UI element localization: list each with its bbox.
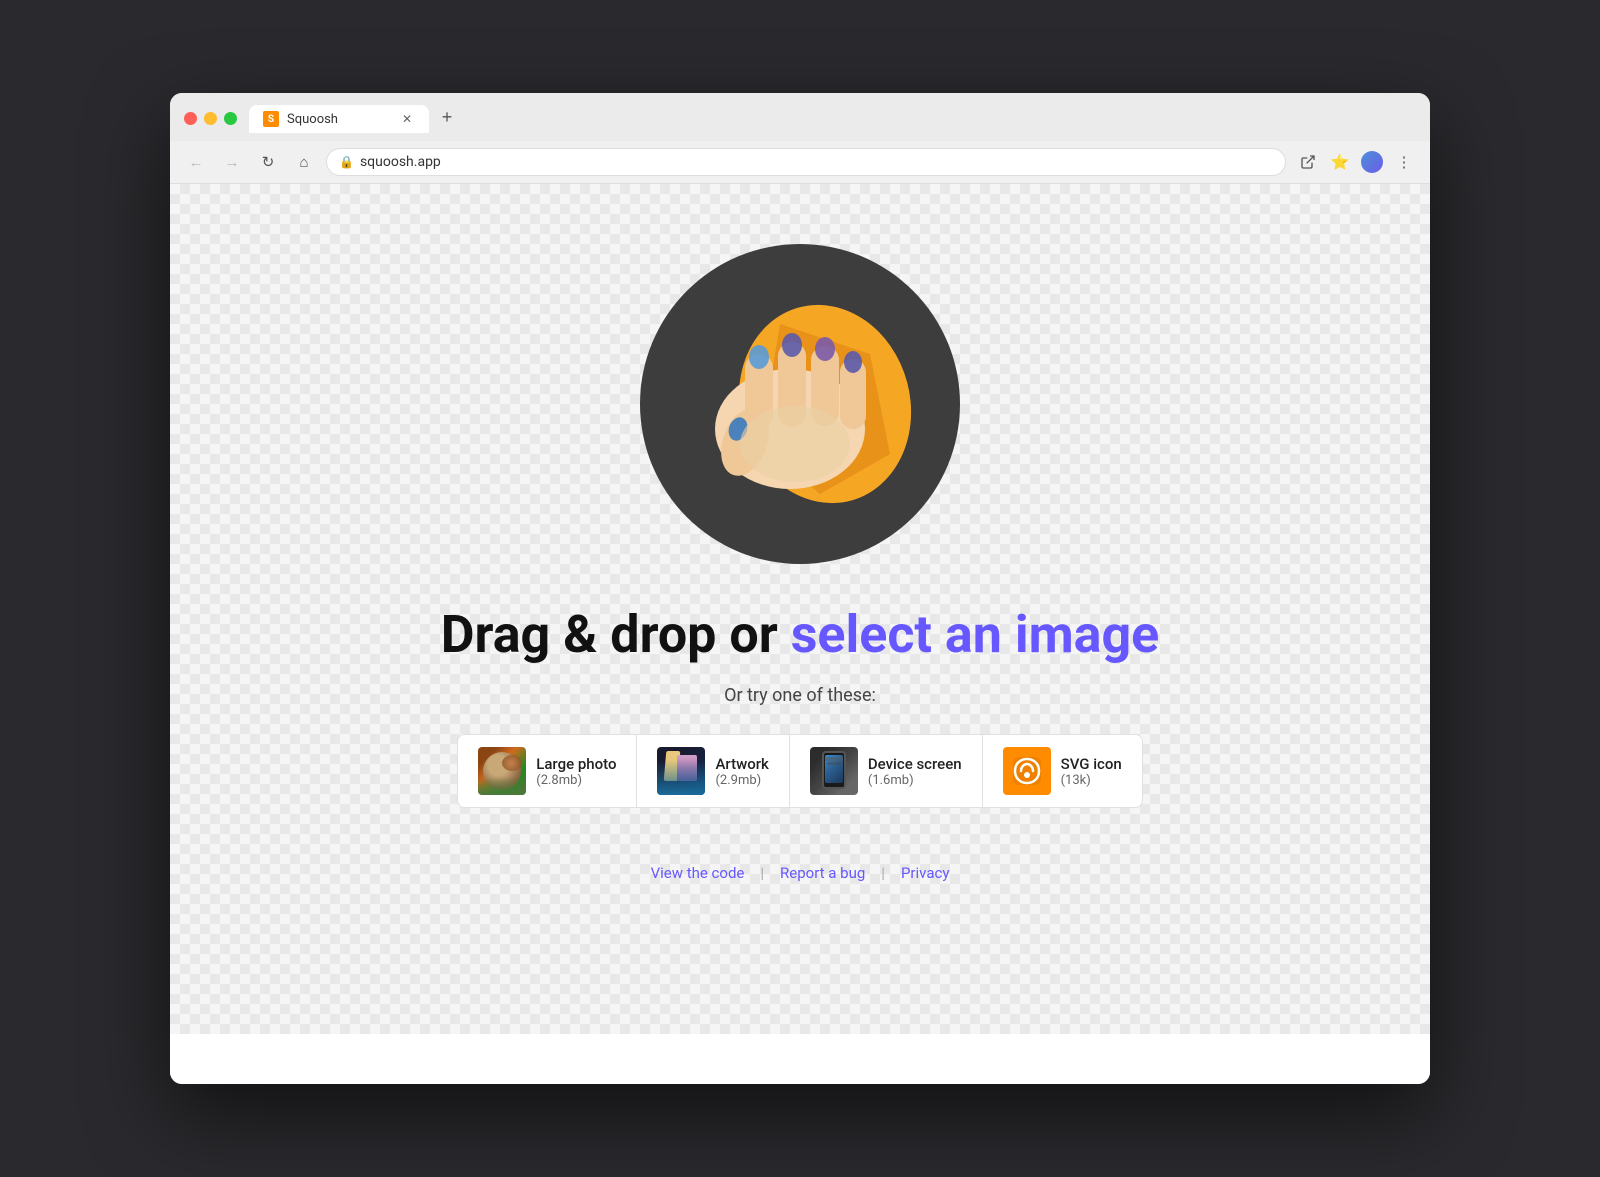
title-bar: S Squoosh ✕ + <box>170 93 1430 141</box>
sample-size-artwork: (2.9mb) <box>715 773 768 788</box>
sample-device-screen[interactable]: Device screen (1.6mb) <box>790 735 983 807</box>
samples-row: Large photo (2.8mb) Artwork (2.9mb) <box>457 734 1143 808</box>
tab-close-button[interactable]: ✕ <box>399 111 415 127</box>
external-link-button[interactable] <box>1294 148 1322 176</box>
bookmark-button[interactable]: ⭐ <box>1326 148 1354 176</box>
drop-zone[interactable]: Drag & drop or select an image Or try on… <box>170 184 1430 1034</box>
privacy-link[interactable]: Privacy <box>901 864 949 882</box>
back-button[interactable]: ← <box>182 148 210 176</box>
browser-toolbar: ← → ↻ ⌂ 🔒 squoosh.app ⭐ ⋮ <box>170 141 1430 184</box>
tab-favicon: S <box>263 111 279 127</box>
sample-thumb-device <box>810 747 858 795</box>
active-tab[interactable]: S Squoosh ✕ <box>249 105 429 133</box>
close-button[interactable] <box>184 112 197 125</box>
heading-highlight: select an image <box>791 604 1160 665</box>
reload-button[interactable]: ↻ <box>254 148 282 176</box>
svg-thumb-inner <box>1009 753 1045 789</box>
sample-svg-icon[interactable]: SVG icon (13k) <box>983 735 1142 807</box>
subtitle: Or try one of these: <box>724 685 876 706</box>
minimize-button[interactable] <box>204 112 217 125</box>
report-bug-link[interactable]: Report a bug <box>780 864 865 882</box>
sample-name-large-photo: Large photo <box>536 755 616 773</box>
sample-artwork[interactable]: Artwork (2.9mb) <box>637 735 789 807</box>
maximize-button[interactable] <box>224 112 237 125</box>
profile-button[interactable] <box>1358 148 1386 176</box>
sample-thumb-animal <box>478 747 526 795</box>
sample-info-large-photo: Large photo (2.8mb) <box>536 755 616 788</box>
footer-separator-1: | <box>760 864 764 882</box>
view-code-link[interactable]: View the code <box>651 864 745 882</box>
sample-size-svg: (13k) <box>1061 773 1122 788</box>
url-text: squoosh.app <box>360 154 441 170</box>
window-controls <box>184 112 237 125</box>
sample-name-svg: SVG icon <box>1061 755 1122 773</box>
forward-button[interactable]: → <box>218 148 246 176</box>
menu-button[interactable]: ⋮ <box>1390 148 1418 176</box>
main-heading: Drag & drop or select an image <box>441 604 1160 665</box>
browser-window: S Squoosh ✕ + ← → ↻ ⌂ 🔒 squoosh.app <box>170 93 1430 1084</box>
footer-separator-2: | <box>881 864 885 882</box>
address-bar[interactable]: 🔒 squoosh.app <box>326 148 1286 176</box>
sample-info-device: Device screen (1.6mb) <box>868 755 962 788</box>
sample-name-device: Device screen <box>868 755 962 773</box>
home-button[interactable]: ⌂ <box>290 148 318 176</box>
sample-info-svg: SVG icon (13k) <box>1061 755 1122 788</box>
browser-content: Drag & drop or select an image Or try on… <box>170 184 1430 1084</box>
lock-icon: 🔒 <box>339 155 354 169</box>
squoosh-logo <box>640 244 960 564</box>
squoosh-hand-svg <box>670 274 930 534</box>
heading-plain: Drag & drop or <box>441 604 791 665</box>
tab-bar: S Squoosh ✕ + <box>249 103 1416 133</box>
sample-thumb-svg <box>1003 747 1051 795</box>
sample-info-artwork: Artwork (2.9mb) <box>715 755 768 788</box>
sample-size-large-photo: (2.8mb) <box>536 773 616 788</box>
tab-title: Squoosh <box>287 112 391 127</box>
sample-large-photo[interactable]: Large photo (2.8mb) <box>458 735 637 807</box>
toolbar-actions: ⭐ ⋮ <box>1294 148 1418 176</box>
sample-size-device: (1.6mb) <box>868 773 962 788</box>
sample-name-artwork: Artwork <box>715 755 768 773</box>
footer-links: View the code | Report a bug | Privacy <box>651 864 950 912</box>
sample-thumb-art <box>657 747 705 795</box>
new-tab-button[interactable]: + <box>433 103 461 131</box>
